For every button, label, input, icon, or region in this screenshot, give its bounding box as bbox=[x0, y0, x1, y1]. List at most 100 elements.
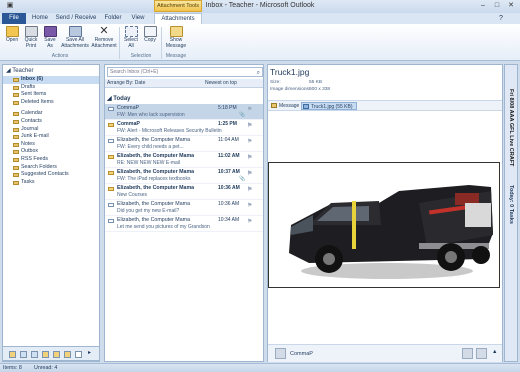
list-item[interactable]: Elizabeth, the Computer Mama 11:04 AM ⚑ … bbox=[105, 136, 263, 152]
tab-send-receive[interactable]: Send / Receive bbox=[54, 13, 98, 24]
calendar-module-icon[interactable] bbox=[20, 351, 27, 358]
flag-icon[interactable]: ⚑ bbox=[247, 170, 252, 177]
remove-attachment-button[interactable]: ✕ Remove Attachment bbox=[91, 26, 117, 49]
flag-icon[interactable]: ⚑ bbox=[247, 154, 252, 161]
nav-folder-notes[interactable]: Notes bbox=[3, 141, 99, 149]
message-tab[interactable]: Message bbox=[270, 102, 299, 110]
outbox-icon bbox=[13, 150, 19, 155]
nav-folder-suggested[interactable]: Suggested Contacts bbox=[3, 171, 99, 179]
flag-icon[interactable]: ⚑ bbox=[247, 106, 252, 113]
nav-folder-deleted[interactable]: Deleted Items bbox=[3, 99, 99, 107]
group-separator bbox=[161, 27, 162, 59]
minimize-button[interactable]: – bbox=[476, 1, 490, 11]
flag-icon[interactable]: ⚑ bbox=[247, 218, 252, 225]
flag-icon[interactable]: ⚑ bbox=[247, 186, 252, 193]
envelope-icon bbox=[108, 219, 114, 223]
list-item[interactable]: Elizabeth, the Computer Mama 10:36 AM ⚑ … bbox=[105, 200, 263, 216]
sort-order[interactable]: Newest on top bbox=[205, 79, 237, 88]
list-item[interactable]: CommaP 1:25 PM ⚑ FW: Alert - Microsoft R… bbox=[105, 120, 263, 136]
envelope-icon bbox=[108, 203, 114, 207]
todo-bar: Fri 8/08 AAA GFL Live CRAFT Today: 0 Tas… bbox=[504, 64, 518, 362]
list-item[interactable]: Elizabeth, the Computer Mama 10:36 AM ⚑ … bbox=[105, 184, 263, 200]
envelope-icon bbox=[108, 139, 114, 143]
attachment-truck1[interactable]: Truck1.jpg (55 KB) bbox=[301, 102, 357, 110]
show-message-button[interactable]: Show Message bbox=[164, 26, 188, 49]
image-file-icon bbox=[303, 104, 309, 109]
tasks-icon bbox=[13, 180, 19, 185]
open-button[interactable]: Open bbox=[3, 26, 21, 44]
search-input[interactable]: Search Inbox (Ctrl+E) ⌕ bbox=[107, 67, 263, 77]
tasks-module-icon[interactable] bbox=[42, 351, 49, 358]
suggested-contacts-icon bbox=[13, 173, 19, 178]
maximize-button[interactable]: □ bbox=[490, 1, 504, 11]
select-all-icon bbox=[124, 26, 138, 37]
group-label-actions: Actions bbox=[51, 53, 69, 59]
remove-x-icon: ✕ bbox=[99, 25, 109, 37]
save-all-attachments-button[interactable]: Save All Attachments bbox=[60, 26, 90, 49]
select-all-button[interactable]: Select All bbox=[122, 26, 140, 49]
attachment-size: Size: 55 KB bbox=[270, 80, 323, 85]
nav-folder-journal[interactable]: Journal bbox=[3, 126, 99, 134]
close-button[interactable]: ✕ bbox=[504, 1, 518, 11]
contacts-module-icon[interactable] bbox=[31, 351, 38, 358]
message-list: Search Inbox (Ctrl+E) ⌕ Arrange By: Date… bbox=[104, 64, 264, 362]
help-icon[interactable]: ? bbox=[496, 13, 506, 24]
deleted-icon bbox=[13, 100, 19, 105]
quick-print-button[interactable]: Quick Print bbox=[22, 26, 40, 49]
ribbon-tabs: File Home Send / Receive Folder View Att… bbox=[0, 13, 520, 24]
configure-buttons-icon[interactable]: ▸ bbox=[88, 349, 95, 356]
tab-view[interactable]: View bbox=[128, 13, 148, 24]
nav-folder-junk[interactable]: Junk E-mail bbox=[3, 133, 99, 141]
nav-folder-rss[interactable]: RSS Feeds bbox=[3, 156, 99, 164]
tab-folder[interactable]: Folder bbox=[100, 13, 126, 24]
paperclip-icon: 📎 bbox=[239, 176, 246, 182]
expand-people-pane-icon[interactable]: ▲ bbox=[492, 349, 497, 355]
folder-open-icon bbox=[5, 26, 19, 37]
copy-button[interactable]: Copy bbox=[141, 26, 159, 44]
tab-attachments[interactable]: Attachments bbox=[154, 13, 202, 24]
inbox-icon bbox=[13, 78, 19, 82]
nav-folder-contacts[interactable]: Contacts bbox=[3, 118, 99, 126]
tab-home[interactable]: Home bbox=[28, 13, 52, 24]
flag-icon[interactable]: ⚑ bbox=[247, 122, 252, 129]
nav-folder-search[interactable]: Search Folders bbox=[3, 164, 99, 172]
nav-folder-tasks[interactable]: Tasks bbox=[3, 179, 99, 187]
account-header[interactable]: ◢ Teacher bbox=[3, 65, 99, 76]
title-bar: Attachment Tools Inbox - Teacher - Micro… bbox=[0, 0, 520, 13]
arrange-by-bar[interactable]: Arrange By: Date Newest on top bbox=[105, 79, 263, 88]
flag-icon[interactable]: ⚑ bbox=[247, 138, 252, 145]
shortcuts-icon[interactable] bbox=[75, 351, 82, 358]
nav-folder-drafts[interactable]: Drafts bbox=[3, 84, 99, 92]
save-as-button[interactable]: Save As bbox=[41, 26, 59, 49]
notes-module-icon[interactable] bbox=[53, 351, 60, 358]
list-item[interactable]: Elizabeth, the Computer Mama 10:37 AM 📎 … bbox=[105, 168, 263, 184]
junk-icon bbox=[13, 135, 19, 140]
flag-icon[interactable]: ⚑ bbox=[247, 202, 252, 209]
group-header-today[interactable]: ◢ Today bbox=[107, 95, 131, 102]
mail-module-icon[interactable] bbox=[9, 351, 16, 358]
contact-photo-icon[interactable] bbox=[476, 348, 487, 359]
nav-folder-outbox[interactable]: Outbox bbox=[3, 148, 99, 156]
paperclip-icon: 📎 bbox=[239, 112, 246, 118]
calendar-icon bbox=[13, 112, 19, 117]
avatar[interactable] bbox=[275, 348, 286, 359]
list-item[interactable]: Elizabeth, the Computer Mama 11:02 AM ⚑ … bbox=[105, 152, 263, 168]
folder-list-icon[interactable] bbox=[64, 351, 71, 358]
search-icon[interactable]: ⌕ bbox=[257, 69, 260, 77]
nav-folder-sent[interactable]: Sent Items bbox=[3, 91, 99, 99]
list-item[interactable]: Elizabeth, the Computer Mama 10:34 AM ⚑ … bbox=[105, 216, 263, 232]
nav-folder-calendar[interactable]: Calendar bbox=[3, 110, 99, 118]
items-count: Items: 8 bbox=[3, 365, 22, 371]
quick-access-toolbar[interactable]: ▣ bbox=[2, 1, 18, 11]
todo-appointment[interactable]: Fri 8/08 AAA GFL Live CRAFT bbox=[508, 89, 514, 166]
todo-tasks[interactable]: Today: 0 Tasks bbox=[508, 185, 514, 224]
window-title: Inbox - Teacher - Microsoft Outlook bbox=[205, 2, 315, 9]
nav-folder-inbox[interactable]: Inbox (6) bbox=[3, 76, 99, 84]
list-item[interactable]: CommaP 5:18 PM 📎 ⚑ FW: Men who lack supe… bbox=[105, 104, 263, 120]
envelope-icon bbox=[169, 26, 183, 37]
group-separator bbox=[119, 27, 120, 59]
attachment-preview-image bbox=[268, 162, 500, 288]
attachment-title: Truck1.jpg bbox=[270, 67, 310, 77]
contact-photo-icon[interactable] bbox=[462, 348, 473, 359]
tab-file[interactable]: File bbox=[2, 13, 26, 24]
